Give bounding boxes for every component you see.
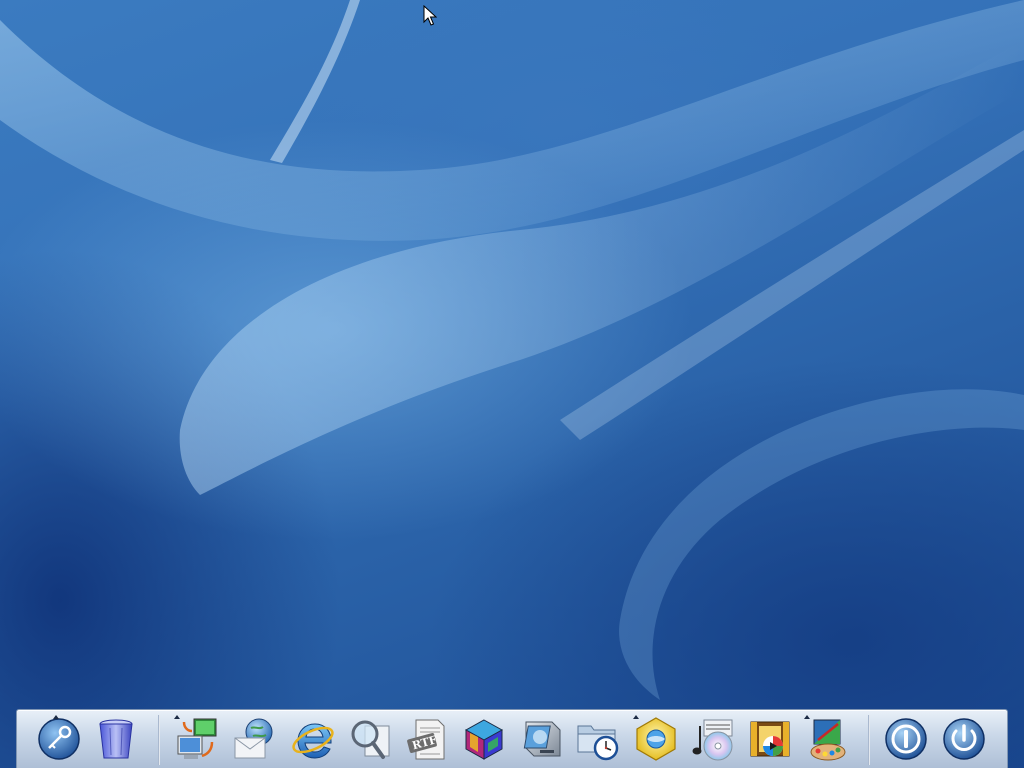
dock-item-mail[interactable]	[229, 714, 279, 764]
dock-item-cube[interactable]	[459, 714, 509, 764]
scheduled-folder-icon	[577, 725, 619, 761]
dock-item-shutdown[interactable]	[939, 714, 989, 764]
dock-separator	[158, 715, 160, 765]
paint-palette-icon	[810, 719, 846, 761]
dock-item-paint[interactable]	[802, 714, 852, 764]
dock-item-browser[interactable]	[287, 714, 337, 764]
dock-item-settings[interactable]	[631, 714, 681, 764]
mail-icon	[234, 718, 273, 759]
dock-separator	[868, 715, 870, 765]
dock-item-network[interactable]	[172, 714, 222, 764]
3d-cube-icon	[464, 719, 504, 760]
music-cd-icon	[692, 719, 733, 761]
rtf-document-icon: RTF	[407, 719, 445, 760]
dock-item-scheduler[interactable]	[573, 714, 623, 764]
logoff-icon	[885, 718, 927, 760]
running-indicator	[804, 715, 810, 719]
internet-explorer-icon	[292, 723, 334, 759]
running-indicator	[53, 715, 59, 719]
search-magnifier-icon	[351, 720, 390, 759]
dock-item-logoff[interactable]	[881, 714, 931, 764]
dock-item-key[interactable]	[34, 714, 84, 764]
desktop[interactable]: RTF	[0, 0, 1024, 768]
settings-hexagon-icon	[636, 717, 676, 761]
network-computers-icon	[177, 718, 217, 759]
mouse-cursor-icon	[423, 5, 437, 26]
video-film-icon	[750, 721, 790, 757]
dock-item-video[interactable]	[745, 714, 795, 764]
dock-item-trash[interactable]	[91, 714, 141, 764]
dock: RTF	[16, 709, 1008, 768]
running-indicator	[633, 715, 639, 719]
dock-item-rtf[interactable]: RTF	[402, 714, 452, 764]
disk-drive-icon	[523, 721, 561, 757]
dock-item-search[interactable]	[345, 714, 395, 764]
key-icon	[38, 718, 80, 760]
dock-item-disk[interactable]	[516, 714, 566, 764]
trash-icon	[99, 719, 133, 759]
shutdown-icon	[943, 718, 985, 760]
running-indicator	[174, 715, 180, 719]
dock-item-music[interactable]	[688, 714, 738, 764]
wallpaper-swirl	[0, 0, 1024, 700]
